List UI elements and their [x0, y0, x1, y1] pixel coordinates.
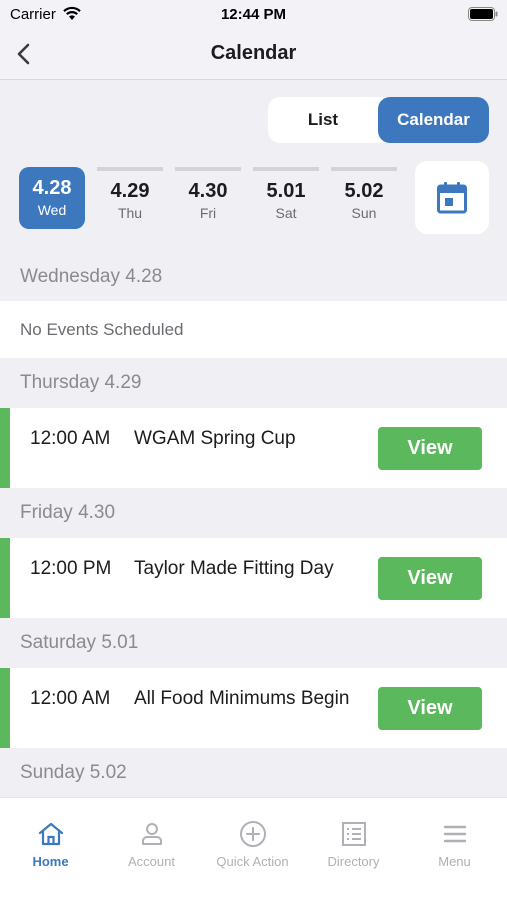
view-event-button[interactable]: View [378, 687, 482, 730]
day-header-friday: Friday 4.30 [20, 502, 116, 523]
date-number: 4.29 [110, 180, 150, 202]
tab-account[interactable]: Account [101, 798, 202, 878]
event-time: 12:00 AM [30, 428, 111, 449]
status-bar: Carrier 12:44 PM [0, 0, 507, 30]
date-pill-5-01[interactable]: 5.01 Sat [253, 167, 319, 229]
view-event-button[interactable]: View [378, 557, 482, 600]
calendar-icon [437, 182, 467, 214]
event-title: All Food Minimums Begin [134, 688, 350, 709]
event-time: 12:00 PM [30, 558, 112, 579]
tab-menu[interactable]: Menu [404, 798, 505, 878]
tab-label: Menu [438, 854, 471, 869]
no-events-text: No Events Scheduled [20, 320, 184, 339]
tab-label: Quick Action [216, 854, 289, 869]
date-number: 4.30 [188, 180, 228, 202]
event-row: 12:00 AM WGAM Spring Cup View [0, 408, 507, 488]
tab-label: Directory [327, 854, 380, 869]
date-number: 4.28 [32, 177, 72, 199]
person-icon [142, 823, 162, 845]
view-event-button[interactable]: View [378, 427, 482, 470]
plus-circle-icon [240, 821, 266, 847]
list-view-button[interactable]: List [268, 97, 378, 143]
date-weekday: Sat [275, 205, 297, 221]
date-weekday: Sun [351, 205, 377, 221]
tab-home[interactable]: Home [0, 798, 101, 878]
event-color-bar [0, 408, 10, 488]
view-toggle: List Calendar [268, 97, 489, 143]
date-number: 5.02 [344, 180, 384, 202]
event-title: Taylor Made Fitting Day [134, 558, 334, 579]
day-header-saturday: Saturday 5.01 [20, 632, 139, 653]
day-header-sunday: Sunday 5.02 [20, 762, 127, 783]
tab-label: Home [32, 854, 69, 869]
event-row: 12:00 AM All Food Minimums Begin View [0, 668, 507, 748]
date-weekday: Fri [199, 205, 217, 221]
event-row: 12:00 PM Taylor Made Fitting Day View [0, 538, 507, 618]
calendar-view-button[interactable]: Calendar [378, 97, 489, 143]
directory-icon [342, 822, 366, 846]
date-weekday: Wed [37, 202, 67, 218]
tab-label: Account [128, 854, 175, 869]
tab-quick-action[interactable]: Quick Action [202, 798, 303, 878]
date-weekday: Thu [117, 205, 143, 221]
event-color-bar [0, 668, 10, 748]
date-pill-5-02[interactable]: 5.02 Sun [331, 167, 397, 229]
no-events-row: No Events Scheduled [0, 301, 507, 358]
battery-icon [468, 7, 498, 21]
event-color-bar [0, 538, 10, 618]
nav-bar: Calendar [0, 30, 507, 80]
status-time: 12:44 PM [220, 6, 287, 23]
day-header-thursday: Thursday 4.29 [20, 372, 142, 393]
day-header-wednesday: Wednesday 4.28 [20, 266, 163, 287]
tab-bar: Home Account Quick Action Directory Menu [0, 797, 507, 900]
date-number: 5.01 [266, 180, 306, 202]
date-picker-button[interactable] [415, 161, 489, 234]
page-title: Calendar [210, 42, 297, 64]
date-pill-4-28[interactable]: 4.28 Wed [19, 167, 85, 229]
date-pill-4-29[interactable]: 4.29 Thu [97, 167, 163, 229]
tab-directory[interactable]: Directory [303, 798, 404, 878]
event-time: 12:00 AM [30, 688, 111, 709]
date-pill-4-30[interactable]: 4.30 Fri [175, 167, 241, 229]
menu-icon [443, 825, 467, 843]
home-icon [38, 822, 64, 846]
event-title: WGAM Spring Cup [134, 428, 296, 449]
